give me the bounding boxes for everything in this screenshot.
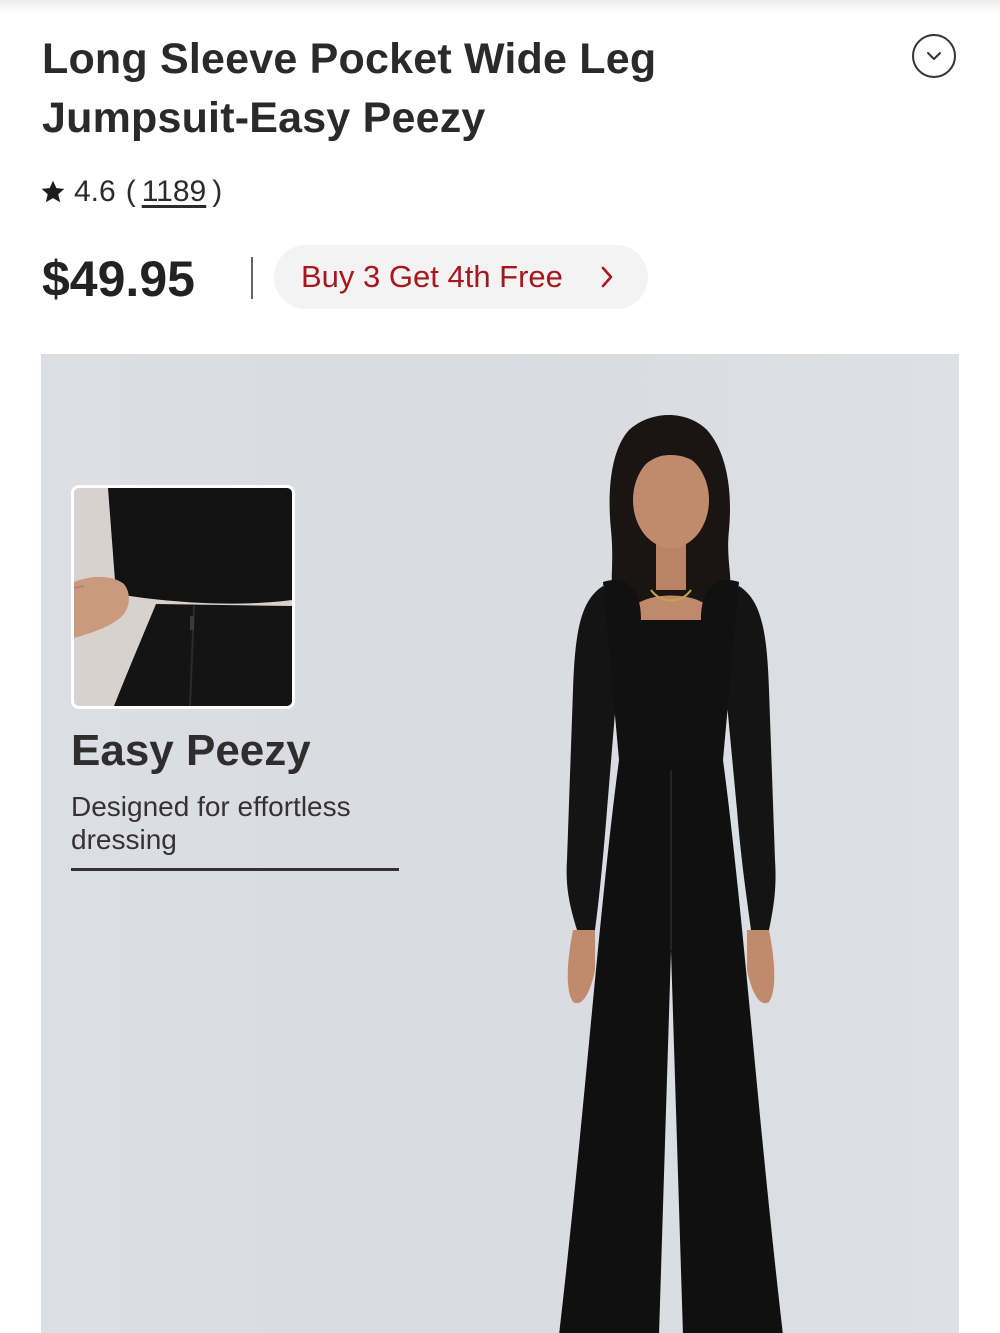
rating-value: 4.6 bbox=[74, 175, 116, 208]
review-count-link[interactable]: 1189 bbox=[142, 175, 207, 209]
feature-subtitle: Designed for effortless dressing bbox=[71, 791, 351, 855]
feature-underline bbox=[71, 868, 399, 871]
header-shadow bbox=[0, 0, 1000, 14]
star-icon bbox=[41, 180, 65, 203]
product-title: Long Sleeve Pocket Wide Leg Jumpsuit-Eas… bbox=[42, 35, 657, 142]
zipper-detail-image bbox=[74, 488, 292, 706]
expand-details-button[interactable] bbox=[912, 34, 956, 78]
chevron-down-icon bbox=[927, 52, 941, 60]
promo-button[interactable]: Buy 3 Get 4th Free bbox=[274, 245, 648, 309]
model-figure bbox=[559, 415, 783, 1333]
promo-label: Buy 3 Get 4th Free bbox=[301, 259, 563, 294]
price-divider bbox=[251, 257, 253, 299]
rating-paren-open: ( bbox=[125, 175, 136, 208]
detail-thumbnail bbox=[71, 485, 295, 709]
product-price: $49.95 bbox=[42, 251, 195, 307]
rating-paren-close: ) bbox=[212, 175, 223, 208]
product-rating: 4.6 ( 1189 ) bbox=[40, 172, 222, 212]
feature-title: Easy Peezy bbox=[71, 726, 311, 775]
chevron-right-icon bbox=[601, 266, 613, 288]
product-hero-image[interactable]: Easy Peezy Designed for effortless dress… bbox=[41, 354, 959, 1333]
